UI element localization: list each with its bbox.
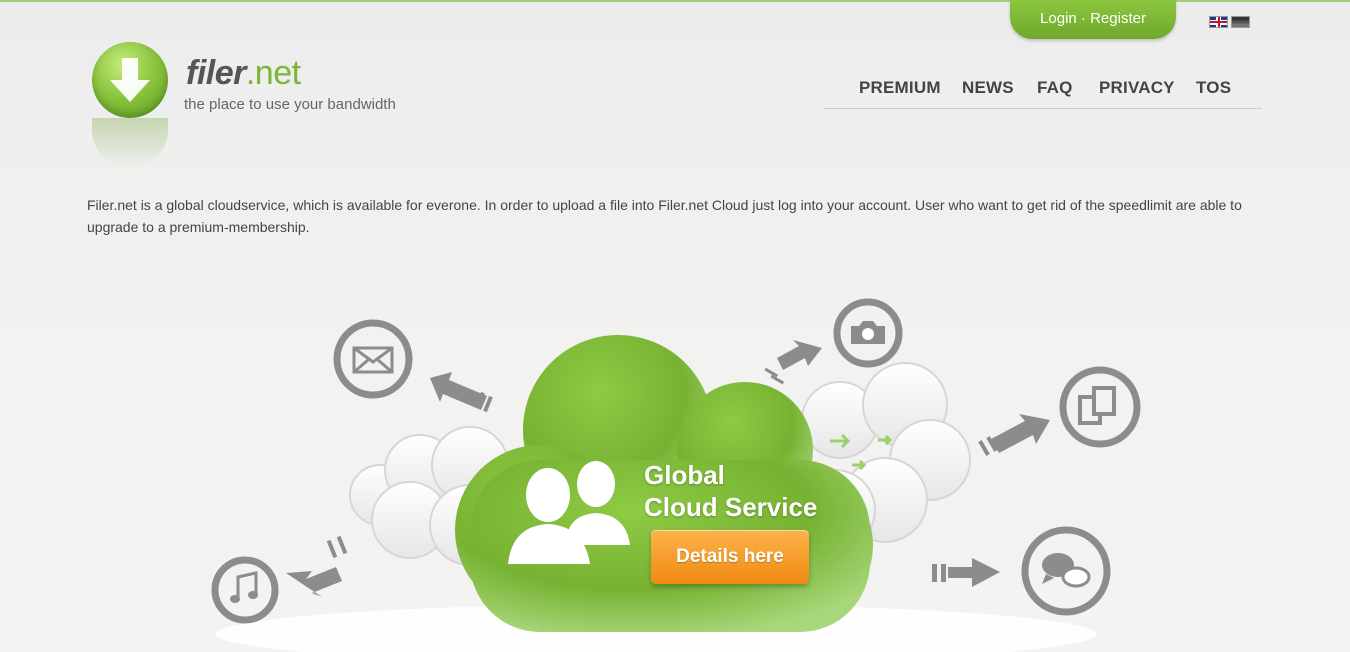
details-here-button[interactable]: Details here — [651, 530, 809, 584]
hero-headline: Global Cloud Service — [644, 459, 817, 523]
arrow-to-mail — [430, 372, 493, 413]
arrow-to-music — [286, 535, 348, 597]
hero-headline-line1: Global — [644, 460, 725, 490]
arrow-to-chat — [932, 558, 1000, 587]
arrow-to-camera — [764, 340, 822, 385]
chat-icon — [1021, 526, 1111, 616]
camera-icon — [833, 298, 903, 368]
copy-icon — [1059, 366, 1141, 448]
hero-headline-line2: Cloud Service — [644, 492, 818, 522]
arrow-to-copy — [978, 414, 1050, 456]
music-icon — [211, 556, 279, 624]
mail-icon — [333, 319, 413, 399]
